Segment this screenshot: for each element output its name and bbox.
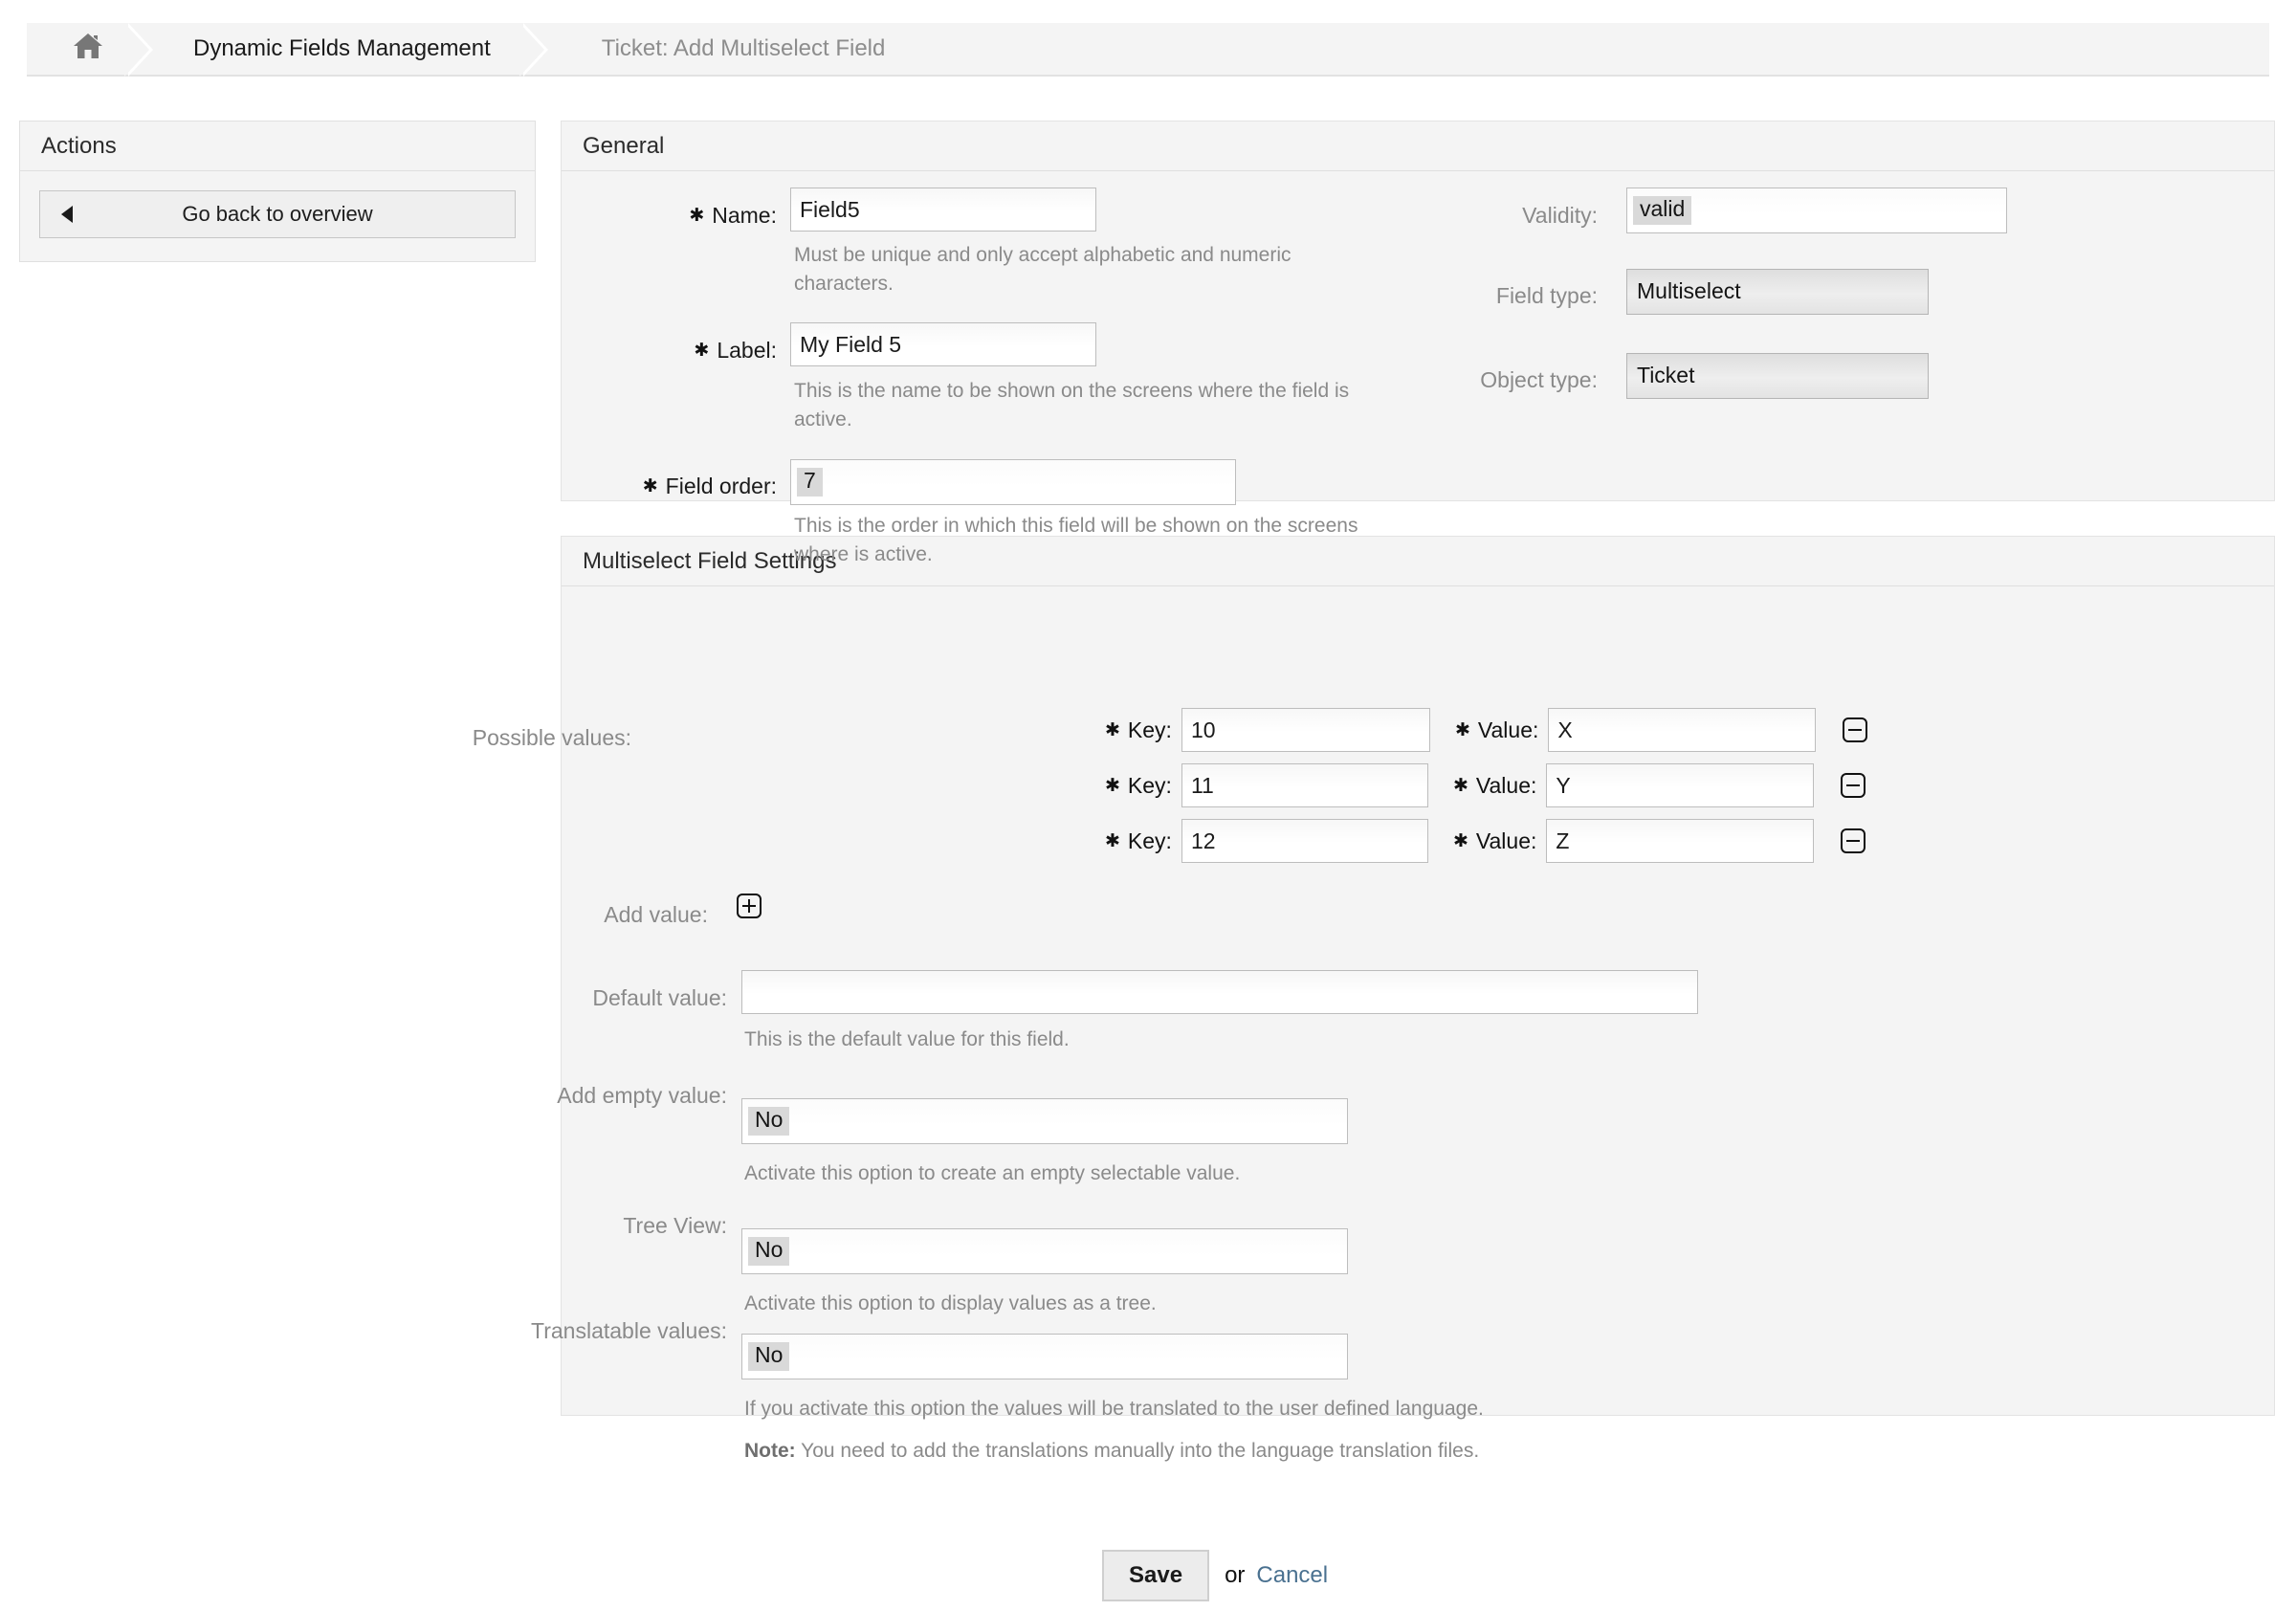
object-type-select: Ticket bbox=[1626, 353, 1929, 399]
or-label: or bbox=[1225, 1562, 1245, 1589]
field-type-value: Multiselect bbox=[1637, 279, 1741, 303]
add-value-label: Add value: bbox=[287, 894, 708, 928]
field-order-hint: This is the order in which this field wi… bbox=[794, 512, 1368, 570]
field-type-select: Multiselect bbox=[1626, 269, 1929, 315]
actions-title: Actions bbox=[20, 121, 535, 171]
actions-widget: Actions Go back to overview bbox=[19, 121, 536, 262]
note-prefix: Note: bbox=[744, 1440, 796, 1462]
minus-square-icon[interactable] bbox=[1841, 773, 1866, 798]
field-order-label: ✱ Field order: bbox=[536, 466, 777, 499]
required-star-icon: ✱ bbox=[1105, 831, 1120, 851]
breadcrumb-label: Ticket: Add Multiselect Field bbox=[602, 35, 886, 62]
required-star-icon: ✱ bbox=[1453, 776, 1468, 796]
field-order-selected-value: 7 bbox=[797, 468, 823, 496]
key-label: ✱Key: bbox=[1105, 828, 1172, 854]
label-label-text: Label: bbox=[717, 338, 777, 363]
validity-label: Validity: bbox=[1387, 195, 1598, 229]
breadcrumb-label: Dynamic Fields Management bbox=[193, 35, 491, 62]
add-empty-value-label: Add empty value: bbox=[249, 1075, 727, 1109]
name-hint: Must be unique and only accept alphabeti… bbox=[794, 241, 1311, 299]
go-back-label: Go back to overview bbox=[40, 202, 515, 227]
name-label-text: Name: bbox=[712, 203, 777, 228]
validity-select[interactable]: valid bbox=[1626, 188, 2007, 233]
value-input[interactable] bbox=[1548, 708, 1816, 752]
label-hint: This is the name to be shown on the scre… bbox=[794, 377, 1368, 435]
breadcrumb: Dynamic Fields Management Ticket: Add Mu… bbox=[27, 23, 2269, 77]
translatable-values-selected: No bbox=[748, 1342, 789, 1370]
home-icon bbox=[73, 32, 103, 67]
possible-value-row: ✱Key: ✱Value: bbox=[1105, 708, 1867, 752]
minus-square-icon[interactable] bbox=[1841, 828, 1866, 853]
key-input[interactable] bbox=[1181, 708, 1430, 752]
actions-title-label: Actions bbox=[41, 133, 117, 160]
breadcrumb-home[interactable] bbox=[27, 23, 128, 75]
field-order-select[interactable]: 7 bbox=[790, 459, 1236, 505]
translatable-values-label: Translatable values: bbox=[230, 1311, 727, 1344]
possible-value-row: ✱Key: ✱Value: bbox=[1105, 819, 1866, 863]
tree-view-selected: No bbox=[748, 1237, 789, 1265]
translatable-values-hint: If you activate this option the values w… bbox=[744, 1395, 1484, 1423]
plus-square-icon[interactable] bbox=[737, 894, 762, 918]
tree-view-hint: Activate this option to display values a… bbox=[744, 1290, 1157, 1318]
value-label: ✱Value: bbox=[1453, 828, 1536, 854]
add-empty-value-hint: Activate this option to create an empty … bbox=[744, 1159, 1240, 1188]
required-star-icon: ✱ bbox=[1453, 831, 1468, 851]
value-label: ✱Value: bbox=[1453, 773, 1536, 799]
label-label: ✱ Label: bbox=[585, 330, 777, 364]
required-star-icon: ✱ bbox=[1105, 776, 1120, 796]
minus-square-icon[interactable] bbox=[1843, 717, 1867, 742]
add-empty-value-selected: No bbox=[748, 1107, 789, 1135]
breadcrumb-item-dynamic-fields[interactable]: Dynamic Fields Management bbox=[161, 23, 523, 75]
translatable-values-note: Note: You need to add the translations m… bbox=[744, 1437, 1479, 1466]
validity-selected-value: valid bbox=[1633, 196, 1691, 224]
possible-value-row: ✱Key: ✱Value: bbox=[1105, 763, 1866, 807]
actions-body: Go back to overview bbox=[20, 171, 535, 261]
breadcrumb-separator-1 bbox=[128, 23, 161, 75]
required-star-icon: ✱ bbox=[1455, 720, 1470, 740]
field-type-label: Field type: bbox=[1387, 276, 1598, 309]
name-label: ✱ Name: bbox=[585, 195, 777, 229]
sidebar: Actions Go back to overview bbox=[19, 121, 536, 262]
add-empty-value-select[interactable]: No bbox=[741, 1098, 1348, 1144]
go-back-to-overview-button[interactable]: Go back to overview bbox=[39, 190, 516, 238]
required-star-icon: ✱ bbox=[689, 206, 704, 226]
value-label: ✱Value: bbox=[1455, 717, 1538, 743]
general-panel: General bbox=[561, 121, 2275, 501]
tree-view-label: Tree View: bbox=[249, 1205, 727, 1239]
note-text: You need to add the translations manuall… bbox=[796, 1440, 1480, 1462]
key-input[interactable] bbox=[1181, 763, 1428, 807]
translatable-values-select[interactable]: No bbox=[741, 1334, 1348, 1379]
default-value-label: Default value: bbox=[287, 978, 727, 1011]
key-label: ✱Key: bbox=[1105, 717, 1172, 743]
value-input[interactable] bbox=[1546, 819, 1814, 863]
required-star-icon: ✱ bbox=[643, 476, 658, 497]
default-value-input[interactable] bbox=[741, 970, 1698, 1014]
default-value-hint: This is the default value for this field… bbox=[744, 1026, 1070, 1054]
required-star-icon: ✱ bbox=[694, 341, 709, 361]
breadcrumb-item-current: Ticket: Add Multiselect Field bbox=[556, 23, 918, 75]
tree-view-select[interactable]: No bbox=[741, 1228, 1348, 1274]
cancel-link[interactable]: Cancel bbox=[1256, 1562, 1328, 1589]
required-star-icon: ✱ bbox=[1105, 720, 1120, 740]
key-input[interactable] bbox=[1181, 819, 1428, 863]
key-label: ✱Key: bbox=[1105, 773, 1172, 799]
left-arrow-icon bbox=[61, 206, 73, 223]
object-type-value: Ticket bbox=[1637, 364, 1695, 387]
general-panel-header: General bbox=[562, 121, 2274, 171]
name-input[interactable] bbox=[790, 188, 1096, 232]
label-input[interactable] bbox=[790, 322, 1096, 366]
field-order-label-text: Field order: bbox=[666, 474, 777, 498]
save-button[interactable]: Save bbox=[1102, 1550, 1209, 1601]
possible-values-label: Possible values: bbox=[287, 717, 631, 751]
form-footer: Save or Cancel bbox=[1102, 1550, 1328, 1601]
value-input[interactable] bbox=[1546, 763, 1814, 807]
object-type-label: Object type: bbox=[1387, 360, 1598, 393]
general-title: General bbox=[583, 133, 664, 160]
breadcrumb-separator-2 bbox=[523, 23, 556, 75]
